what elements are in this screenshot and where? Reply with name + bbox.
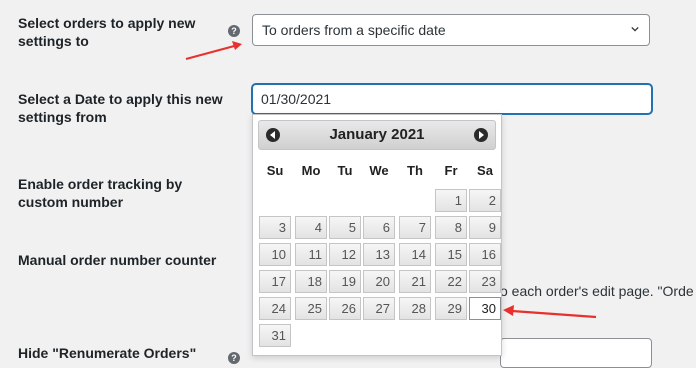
calendar-day-6[interactable]: 6 xyxy=(363,216,395,239)
calendar-day-14[interactable]: 14 xyxy=(399,243,431,266)
weekday-fr: Fr xyxy=(444,163,458,178)
calendar-day-20[interactable]: 20 xyxy=(363,270,395,293)
date-input[interactable]: 01/30/2021 xyxy=(252,84,652,114)
tracking-label: Enable order tracking by custom number xyxy=(18,176,183,210)
counter-description: o each order's edit page. "Orde xyxy=(500,283,694,299)
calendar-day-15[interactable]: 15 xyxy=(435,243,467,266)
calendar-day-29[interactable]: 29 xyxy=(435,297,467,320)
calendar-day-27[interactable]: 27 xyxy=(363,297,395,320)
help-icon-hide[interactable]: ? xyxy=(228,352,240,364)
calendar-day-24[interactable]: 24 xyxy=(259,297,291,320)
weekday-mo: Mo xyxy=(301,163,321,178)
help-icon[interactable]: ? xyxy=(228,25,240,37)
datepicker: January 2021 Su Mo Tu We Th Fr Sa 1 2 3 4 5 6 7 8 9 10 1… xyxy=(252,114,502,356)
calendar-day-12[interactable]: 12 xyxy=(329,243,361,266)
calendar-day-26[interactable]: 26 xyxy=(329,297,361,320)
calendar-day-2[interactable]: 2 xyxy=(469,189,501,212)
apply-orders-select[interactable]: To orders from a specific date xyxy=(252,14,650,46)
date-label: Select a Date to apply this new settings… xyxy=(18,91,223,125)
apply-orders-select-value: To orders from a specific date xyxy=(262,22,446,38)
calendar-day-31[interactable]: 31 xyxy=(259,324,291,347)
calendar-day-13[interactable]: 13 xyxy=(363,243,395,266)
weekday-sa: Sa xyxy=(477,163,493,178)
date-input-value: 01/30/2021 xyxy=(261,91,332,107)
weekday-tu: Tu xyxy=(337,163,353,178)
calendar-day-19[interactable]: 19 xyxy=(329,270,361,293)
calendar-day-21[interactable]: 21 xyxy=(399,270,431,293)
hide-renumerate-input[interactable] xyxy=(500,338,652,368)
calendar-day-16[interactable]: 16 xyxy=(469,243,501,266)
calendar-day-18[interactable]: 18 xyxy=(295,270,327,293)
calendar-day-30[interactable]: 30 xyxy=(469,297,501,320)
calendar-day-5[interactable]: 5 xyxy=(329,216,361,239)
calendar-day-22[interactable]: 22 xyxy=(435,270,467,293)
calendar-day-10[interactable]: 10 xyxy=(259,243,291,266)
calendar-day-25[interactable]: 25 xyxy=(295,297,327,320)
calendar-day-28[interactable]: 28 xyxy=(399,297,431,320)
apply-orders-label: Select orders to apply new settings to xyxy=(18,15,196,49)
weekday-we: We xyxy=(369,163,389,178)
calendar-day-7[interactable]: 7 xyxy=(399,216,431,239)
chevron-right-icon xyxy=(479,131,484,139)
weekday-th: Th xyxy=(407,163,423,178)
calendar-day-8[interactable]: 8 xyxy=(435,216,467,239)
weekday-su: Su xyxy=(266,163,284,178)
calendar-day-3[interactable]: 3 xyxy=(259,216,291,239)
calendar-day-1[interactable]: 1 xyxy=(435,189,467,212)
datepicker-header: January 2021 xyxy=(258,120,496,150)
counter-label: Manual order number counter xyxy=(18,252,217,268)
datepicker-month-year: January 2021 xyxy=(329,126,425,143)
calendar-day-4[interactable]: 4 xyxy=(295,216,327,239)
next-month-button[interactable] xyxy=(474,128,488,142)
calendar-day-11[interactable]: 11 xyxy=(295,243,327,266)
calendar-day-9[interactable]: 9 xyxy=(469,216,501,239)
hide-renumerate-label: Hide "Renumerate Orders" xyxy=(18,345,197,361)
calendar-day-17[interactable]: 17 xyxy=(259,270,291,293)
chevron-down-icon xyxy=(631,26,639,32)
calendar-day-23[interactable]: 23 xyxy=(469,270,501,293)
